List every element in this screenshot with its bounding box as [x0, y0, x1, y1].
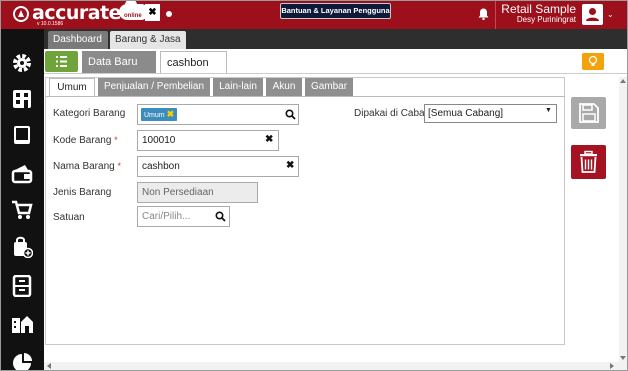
floppy-disk-icon	[579, 103, 599, 123]
bag-add-icon[interactable]	[11, 236, 33, 258]
book-icon[interactable]	[11, 124, 33, 146]
kode-input[interactable]: 100010	[137, 130, 279, 151]
nama-label: Nama Barang *	[53, 161, 121, 172]
save-button[interactable]	[571, 97, 606, 129]
company-name[interactable]: Retail Sample	[498, 3, 576, 15]
tips-button[interactable]	[582, 53, 604, 70]
version-label: v 10.0.1586	[37, 21, 64, 27]
horizontal-scrollbar[interactable]	[44, 362, 619, 370]
jenis-label: Jenis Barang	[53, 187, 112, 198]
avatar[interactable]	[582, 4, 603, 25]
required-mark: *	[117, 161, 121, 171]
bell-icon[interactable]	[478, 8, 489, 20]
user-icon	[586, 8, 599, 21]
trash-icon	[580, 150, 597, 173]
scroll-down-icon[interactable]	[620, 356, 626, 360]
wallet-icon[interactable]	[11, 162, 33, 184]
scroll-up-icon[interactable]	[620, 79, 626, 83]
settings-icon[interactable]	[11, 52, 33, 74]
dropdown-arrow-icon[interactable]: ▼	[545, 107, 552, 114]
tab-penjualan-pembelian[interactable]: Penjualan / Pembelian	[98, 78, 210, 96]
tab-divider	[45, 96, 565, 97]
search-icon[interactable]	[285, 109, 296, 120]
list-view-button[interactable]	[45, 51, 78, 72]
status-dot-icon	[166, 11, 172, 17]
sidebar	[1, 29, 44, 370]
tab-data-baru-label: Data Baru	[88, 56, 138, 68]
logo-online-text: online	[124, 13, 142, 19]
tab-lain-lain[interactable]: Lain-lain	[213, 78, 263, 96]
clear-nama-icon[interactable]: ✖	[286, 160, 294, 171]
accurate-logo-icon	[13, 6, 29, 22]
top-tab-strip: Dashboard Barang & Jasa 2	[44, 29, 627, 49]
app-window: accurate online v 10.0.1586 Bantuan & La…	[0, 0, 628, 371]
tab-cashbon[interactable]: cashbon ✖	[160, 51, 227, 91]
user-name[interactable]: Desy Puriningrat	[498, 15, 576, 24]
jenis-field: Non Persediaan	[137, 182, 258, 203]
list-icon	[56, 56, 67, 67]
kode-label: Kode Barang *	[53, 135, 118, 146]
nama-input[interactable]: cashbon	[137, 156, 299, 177]
chevron-down-icon[interactable]: ⌄	[607, 10, 614, 19]
scroll-left-icon[interactable]	[47, 363, 51, 369]
tab-akun[interactable]: Akun	[266, 78, 302, 96]
city-icon[interactable]	[11, 312, 33, 334]
cabang-label: Dipakai di Cabang	[354, 108, 424, 119]
building-icon[interactable]	[11, 88, 33, 110]
close-tab-icon[interactable]: ✖	[145, 4, 160, 21]
top-bar: accurate online v 10.0.1586 Bantuan & La…	[1, 1, 627, 29]
cabinet-icon[interactable]	[11, 275, 33, 297]
topbar-divider	[495, 1, 496, 29]
satuan-label: Satuan	[53, 212, 85, 223]
scroll-right-icon[interactable]	[610, 363, 614, 369]
tab-cashbon-label: cashbon	[167, 57, 209, 69]
help-button[interactable]: Bantuan & Layanan Pengguna	[280, 3, 391, 19]
lightbulb-icon	[588, 55, 598, 66]
tab-data-baru[interactable]: Data Baru ✖	[82, 51, 156, 90]
tab-dashboard[interactable]: Dashboard	[48, 31, 108, 49]
clear-kode-icon[interactable]: ✖	[265, 134, 273, 145]
kategori-tag-label: Umum	[144, 112, 165, 119]
tab-barang-jasa[interactable]: Barang & Jasa	[110, 31, 186, 49]
tab-umum[interactable]: Umum	[49, 78, 95, 96]
remove-tag-icon[interactable]: ✖	[167, 109, 175, 119]
cabang-select[interactable]: [Semua Cabang]	[424, 104, 557, 123]
kategori-label: Kategori Barang	[53, 108, 126, 119]
nama-label-text: Nama Barang	[53, 161, 115, 172]
cart-icon[interactable]	[11, 199, 33, 221]
vertical-scrollbar[interactable]	[619, 77, 627, 370]
kode-label-text: Kode Barang	[53, 135, 112, 146]
required-mark: *	[114, 135, 118, 145]
tab-gambar[interactable]: Gambar	[305, 78, 353, 96]
delete-button[interactable]	[571, 145, 606, 179]
satuan-search-icon[interactable]	[215, 211, 226, 222]
chart-pie-icon[interactable]	[11, 352, 33, 371]
kategori-tag[interactable]: Umum ✖	[141, 108, 178, 121]
